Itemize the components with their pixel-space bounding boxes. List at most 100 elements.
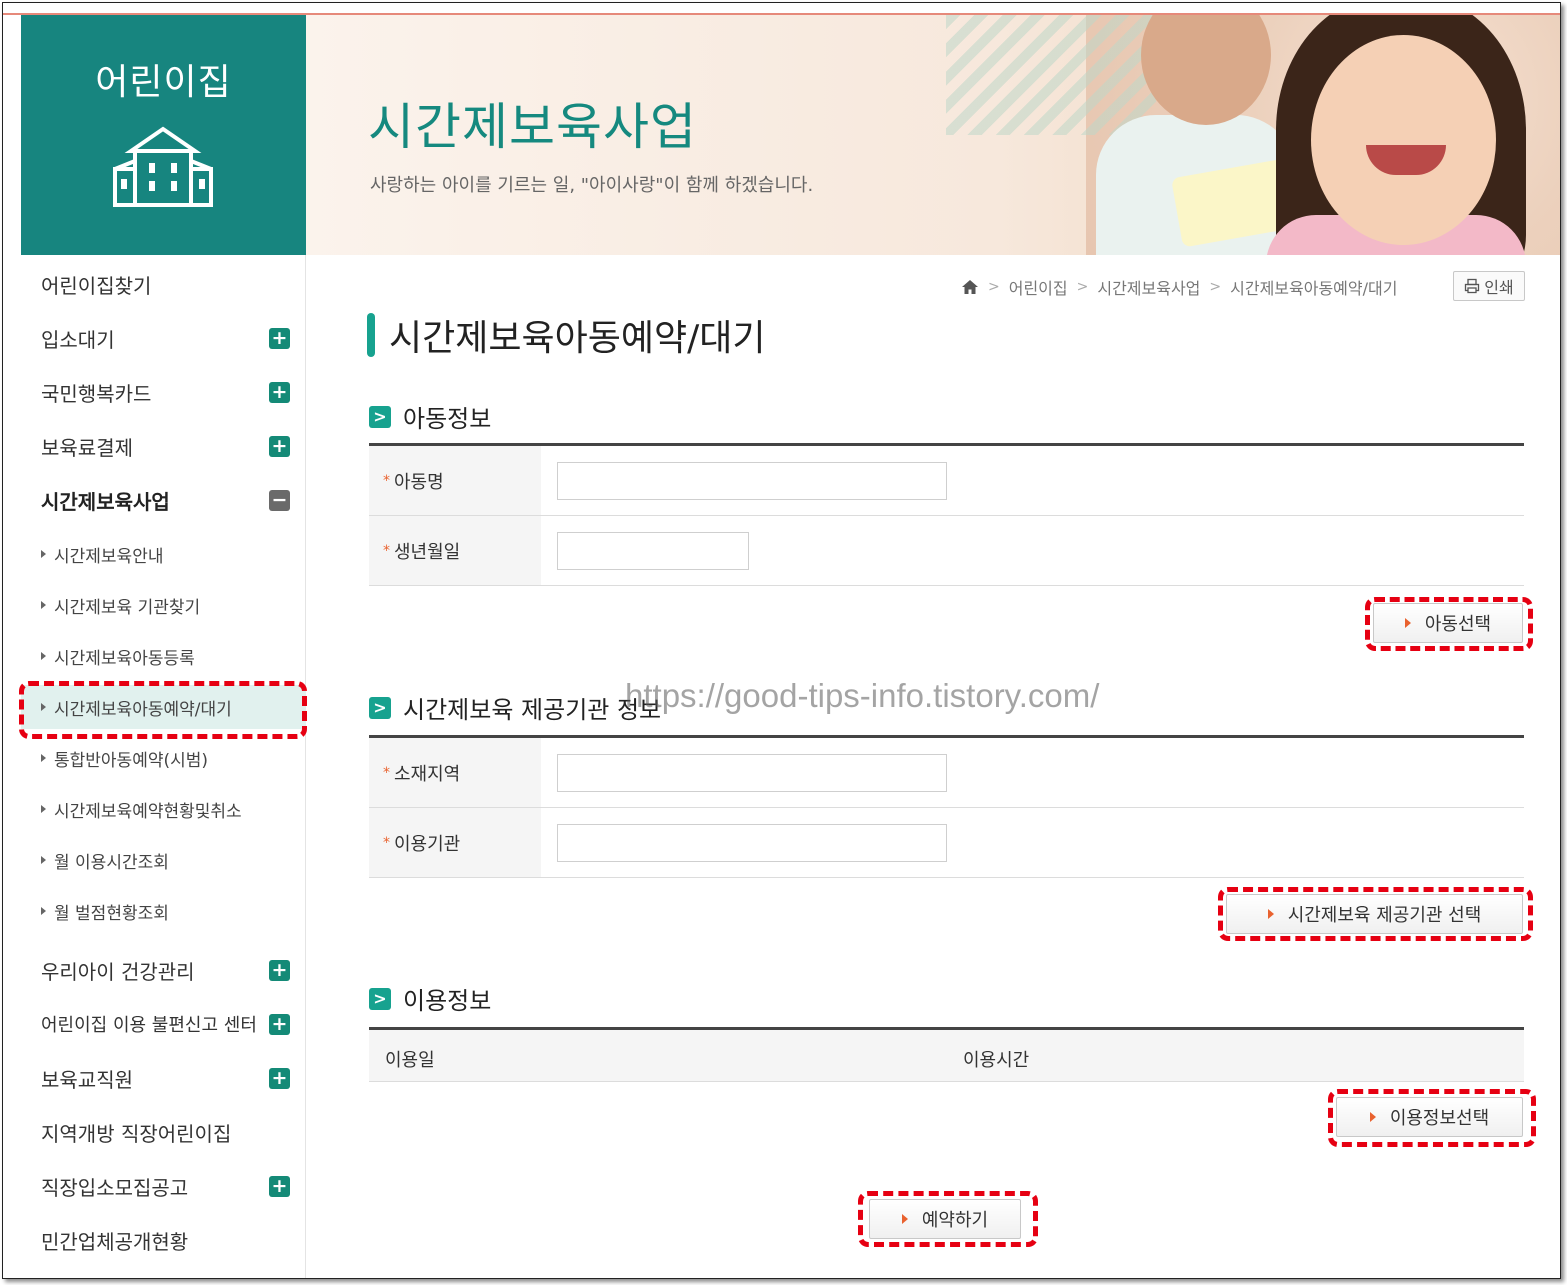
- form-row-region: * 소재지역: [369, 738, 1524, 808]
- usage-table-header: 이용일 이용시간: [369, 1030, 1524, 1082]
- sidebar-subitem-label: 시간제보육안내: [54, 546, 164, 567]
- sidebar-subitem-label: 시간제보육 기관찾기: [54, 597, 201, 618]
- birthdate-field[interactable]: [557, 532, 749, 570]
- sidebar-item-label: 어린이집찾기: [41, 273, 152, 298]
- required-mark: *: [383, 834, 390, 851]
- sidebar-item-label: 입소대기: [41, 327, 115, 352]
- sidebar-item-label: 직장입소모집공고: [41, 1175, 189, 1200]
- column-header-date: 이용일: [385, 1050, 435, 1071]
- expand-plus-icon[interactable]: +: [269, 960, 290, 981]
- sidebar-subitem-penalty-status[interactable]: 월 벌점현황조회: [21, 889, 306, 933]
- sidebar-item-complaint-center[interactable]: 어린이집 이용 불편신고 센터 +: [21, 999, 306, 1049]
- highlight-box: [1365, 597, 1533, 651]
- expand-plus-icon[interactable]: +: [269, 1068, 290, 1089]
- sidebar-item-daycare-search[interactable]: 어린이집찾기: [21, 259, 306, 309]
- sidebar-item-label: 우리아이 건강관리: [41, 959, 195, 984]
- print-icon: [1465, 278, 1480, 294]
- sidebar-item-admission-wait[interactable]: 입소대기 +: [21, 313, 306, 363]
- child-info-table: * 아동명 * 생년월일: [369, 443, 1524, 586]
- section-title-text: 아동정보: [403, 405, 492, 433]
- child-name-field[interactable]: [557, 462, 947, 500]
- expand-plus-icon[interactable]: +: [269, 1014, 290, 1035]
- sidebar-subitem-label: 시간제보육예약현황및취소: [54, 801, 242, 822]
- breadcrumb-item[interactable]: 시간제보육아동예약/대기: [1230, 275, 1397, 299]
- sidebar-subitem-integrated-class[interactable]: 통합반아동예약(시범): [21, 736, 306, 780]
- sidebar-item-staff[interactable]: 보육교직원 +: [21, 1053, 306, 1103]
- bullet-triangle-icon: [41, 754, 46, 762]
- sidebar-subitem-label: 월 벌점현황조회: [54, 903, 169, 924]
- field-label-text: 아동명: [394, 471, 444, 493]
- chevron-right-icon: >: [369, 696, 391, 719]
- form-row-birthdate: * 생년월일: [369, 516, 1524, 586]
- highlight-box: [1218, 887, 1533, 941]
- facility-field[interactable]: [557, 824, 947, 862]
- expand-plus-icon[interactable]: +: [269, 436, 290, 457]
- expand-plus-icon[interactable]: +: [269, 382, 290, 403]
- bullet-triangle-icon: [41, 652, 46, 660]
- print-label: 인쇄: [1484, 278, 1514, 297]
- field-label: * 생년월일: [369, 516, 541, 585]
- breadcrumb-separator: >: [988, 279, 1000, 295]
- sidebar-item-private-disclosure[interactable]: 민간업체공개현황: [21, 1215, 306, 1265]
- sidebar-subitem-label: 월 이용시간조회: [54, 852, 169, 873]
- bullet-triangle-icon: [41, 856, 46, 864]
- breadcrumb-item[interactable]: 시간제보육사업: [1097, 275, 1200, 299]
- home-icon[interactable]: [961, 279, 979, 295]
- sidebar-item-label: 지역개방 직장어린이집: [41, 1121, 232, 1146]
- banner-stripes: [946, 15, 1156, 135]
- expand-plus-icon[interactable]: +: [269, 1176, 290, 1197]
- highlight-box: [858, 1191, 1038, 1247]
- sidebar-subitem-facility-search[interactable]: 시간제보육 기관찾기: [21, 583, 306, 627]
- sidebar-subitem-reservation-status[interactable]: 시간제보육예약현황및취소: [21, 787, 306, 831]
- column-header-time: 이용시간: [963, 1050, 1030, 1071]
- sidebar-subitem-monthly-usage[interactable]: 월 이용시간조회: [21, 838, 306, 882]
- sidebar-item-fee-payment[interactable]: 보육료결제 +: [21, 421, 306, 471]
- breadcrumb-separator: >: [1209, 279, 1222, 295]
- field-label-text: 소재지역: [394, 763, 461, 785]
- collapse-minus-icon[interactable]: −: [269, 490, 290, 511]
- expand-plus-icon[interactable]: +: [269, 328, 290, 349]
- sidebar-subitem-label: 통합반아동예약(시범): [54, 750, 209, 771]
- bullet-triangle-icon: [41, 805, 46, 813]
- field-label: * 소재지역: [369, 738, 541, 807]
- title-accent-bar: [367, 313, 375, 357]
- sidebar-item-label: 시간제보육사업: [41, 489, 170, 514]
- chevron-right-icon: >: [369, 987, 391, 1010]
- page-title-text: 시간제보육아동예약/대기: [389, 318, 766, 359]
- banner-girl-figure: [1311, 35, 1496, 245]
- section-title-text: 이용정보: [403, 987, 492, 1015]
- sidebar-item-label: 어린이집 이용 불편신고 센터: [41, 1015, 257, 1036]
- sidebar-subitem-guide[interactable]: 시간제보육안내: [21, 532, 306, 576]
- field-label-text: 생년월일: [394, 541, 461, 563]
- sidebar-subitem-child-register[interactable]: 시간제보육아동등록: [21, 634, 306, 678]
- region-field[interactable]: [557, 754, 947, 792]
- sidebar-item-workplace-daycare[interactable]: 지역개방 직장어린이집: [21, 1107, 306, 1157]
- sidebar-item-child-health[interactable]: 우리아이 건강관리 +: [21, 945, 306, 995]
- sidebar-subitem-label: 시간제보육아동등록: [54, 648, 195, 669]
- page-title: 시간제보육아동예약/대기: [367, 309, 765, 361]
- bullet-triangle-icon: [41, 550, 46, 558]
- section-title-text: 시간제보육 제공기관 정보: [403, 696, 662, 724]
- page-frame: 어린이집 어린이집찾기 입소대기 + 국민행복카드 + 보육료결제 + 시간제보…: [2, 2, 1561, 1279]
- breadcrumb: > 어린이집 > 시간제보육사업 > 시간제보육아동예약/대기: [961, 275, 1397, 299]
- chevron-right-icon: >: [369, 405, 391, 428]
- print-button[interactable]: 인쇄: [1453, 271, 1525, 301]
- sidebar-item-hourly-care[interactable]: 시간제보육사업 −: [21, 475, 306, 525]
- sidebar-nav: 어린이집찾기 입소대기 + 국민행복카드 + 보육료결제 + 시간제보육사업 −…: [21, 255, 306, 1278]
- banner-subtitle: 사랑하는 아이를 기르는 일, "아이사랑"이 함께 하겠습니다.: [370, 175, 814, 196]
- sidebar-item-recruitment-notice[interactable]: 직장입소모집공고 +: [21, 1161, 306, 1211]
- form-row-child-name: * 아동명: [369, 446, 1524, 516]
- breadcrumb-item[interactable]: 어린이집: [1009, 275, 1068, 299]
- building-icon: [113, 126, 213, 207]
- sidebar-item-happy-card[interactable]: 국민행복카드 +: [21, 367, 306, 417]
- hero-banner: 시간제보육사업 사랑하는 아이를 기르는 일, "아이사랑"이 함께 하겠습니다…: [306, 15, 1560, 255]
- banner-title: 시간제보육사업: [368, 98, 697, 156]
- bullet-triangle-icon: [41, 907, 46, 915]
- field-label: * 이용기관: [369, 808, 541, 877]
- highlight-box: [1328, 1089, 1536, 1147]
- section-title-usage: > 이용정보: [369, 981, 491, 1016]
- required-mark: *: [383, 472, 390, 489]
- form-row-facility: * 이용기관: [369, 808, 1524, 878]
- sidebar-item-label: 보육료결제: [41, 435, 133, 460]
- field-label: * 아동명: [369, 446, 541, 515]
